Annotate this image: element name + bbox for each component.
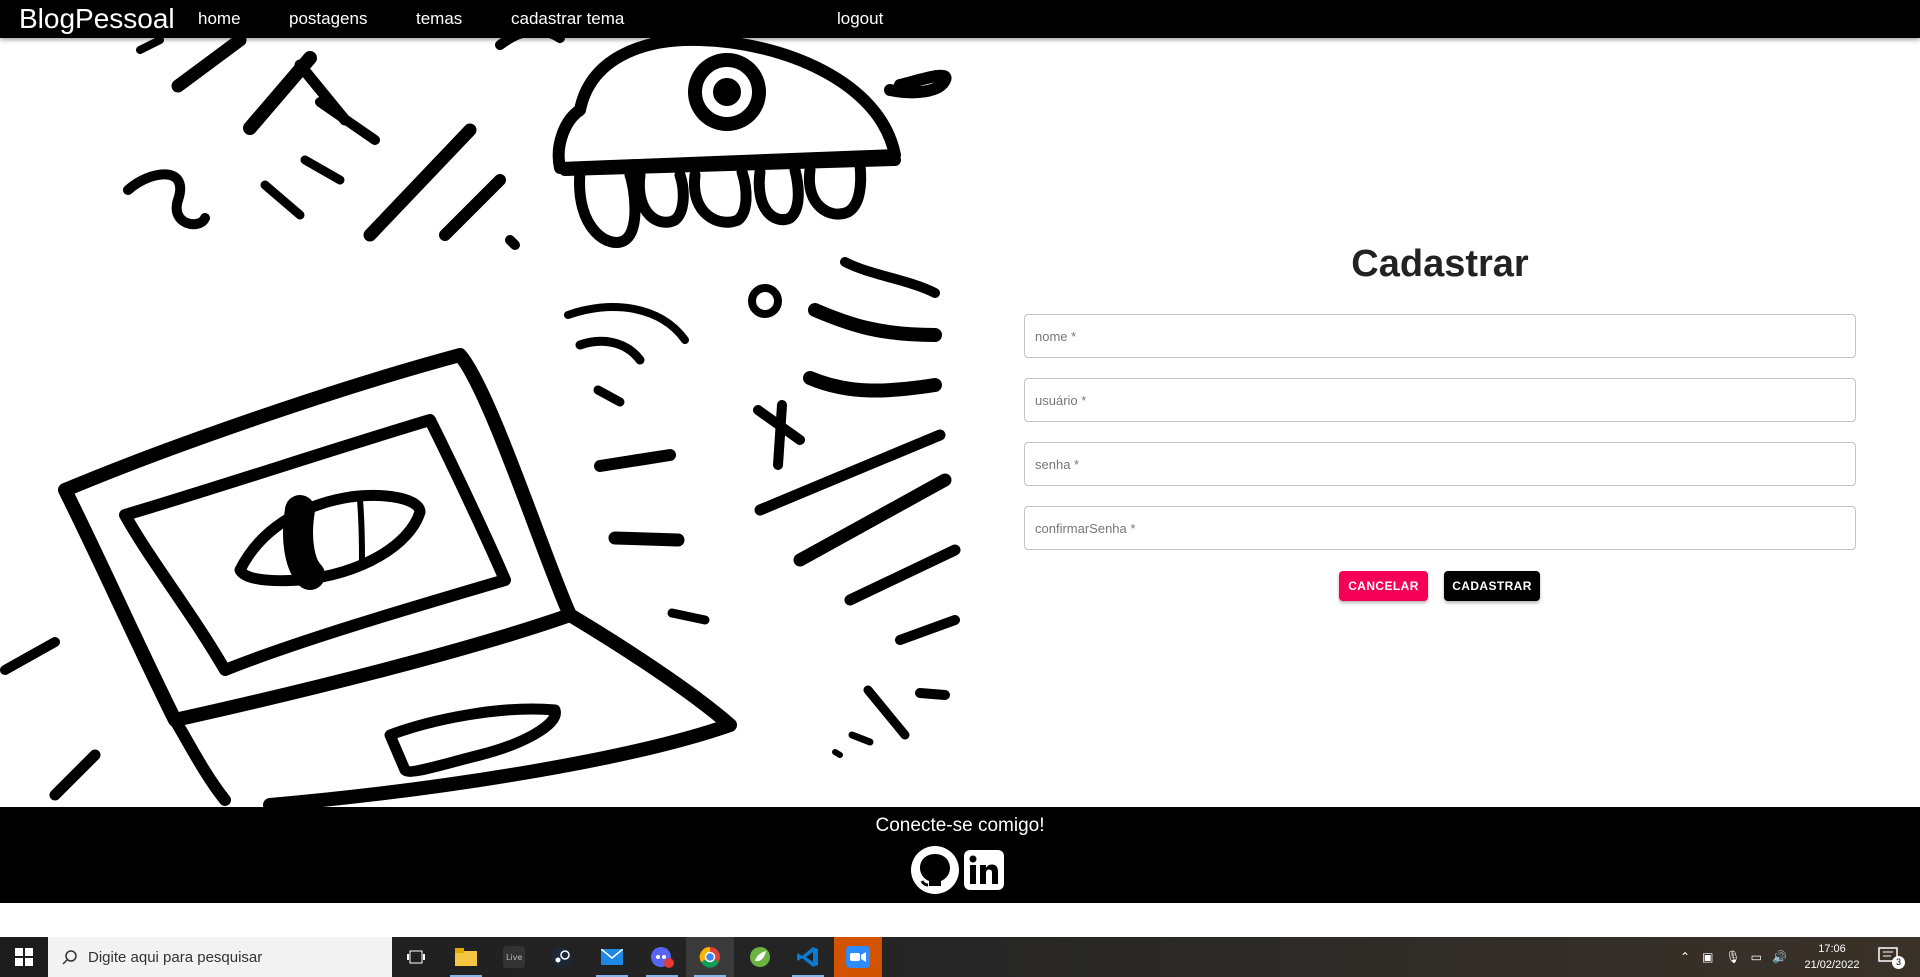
confirmar-senha-field[interactable]: confirmarSenha *: [1024, 506, 1856, 550]
nome-placeholder: nome *: [1035, 329, 1077, 344]
nav-temas[interactable]: temas: [416, 9, 462, 29]
svg-text:Live: Live: [506, 953, 522, 962]
windows-start-icon[interactable]: [0, 937, 48, 977]
task-view-icon[interactable]: [392, 937, 440, 977]
notification-count: 3: [1892, 956, 1905, 969]
spring-icon[interactable]: [736, 937, 784, 977]
usuario-field[interactable]: usuário *: [1024, 378, 1856, 422]
meet-now-icon[interactable]: ▣: [1702, 950, 1713, 964]
clock-time: 17:06: [1818, 943, 1846, 955]
nav-home[interactable]: home: [198, 9, 241, 29]
laptop-eye-doodle: [0, 38, 961, 807]
chevron-up-icon[interactable]: ⌃: [1680, 950, 1690, 964]
nome-field[interactable]: nome *: [1024, 314, 1856, 358]
nav-logout[interactable]: logout: [837, 9, 883, 29]
brand-logo[interactable]: BlogPessoal: [19, 3, 175, 35]
doodle-illustration: [0, 38, 980, 807]
search-icon: [62, 949, 78, 970]
usuario-placeholder: usuário *: [1035, 393, 1087, 408]
footer-text: Conecte-se comigo!: [875, 815, 1045, 836]
github-icon[interactable]: [910, 845, 960, 895]
discord-icon[interactable]: [638, 937, 686, 977]
linkedin-icon[interactable]: [964, 850, 1004, 890]
footer: Conecte-se comigo!: [0, 807, 1920, 903]
top-navbar: BlogPessoal home postagens temas cadastr…: [0, 0, 1920, 38]
nav-cadastrar-tema[interactable]: cadastrar tema: [511, 9, 624, 29]
microphone-icon[interactable]: 🎙: [1725, 950, 1740, 964]
page-title: Cadastrar: [1351, 243, 1529, 285]
cancel-button[interactable]: CANCELAR: [1339, 571, 1428, 601]
senha-placeholder: senha *: [1035, 457, 1080, 472]
system-tray: ⌃ ▣ 🎙 ▭ 🔊: [1680, 937, 1787, 977]
search-placeholder: Digite aqui para pesquisar: [88, 948, 263, 966]
chrome-icon[interactable]: [686, 937, 734, 977]
zoom-icon[interactable]: [834, 937, 882, 977]
steam-icon[interactable]: [538, 937, 586, 977]
senha-field[interactable]: senha *: [1024, 442, 1856, 486]
network-icon[interactable]: ▭: [1751, 950, 1762, 964]
file-explorer-icon[interactable]: [442, 937, 490, 977]
notifications-icon[interactable]: 3: [1878, 947, 1905, 969]
volume-icon[interactable]: 🔊: [1772, 950, 1787, 964]
clock-date: 21/02/2022: [1804, 959, 1860, 971]
mail-icon[interactable]: [588, 937, 636, 977]
live-icon[interactable]: Live: [490, 937, 538, 977]
taskbar-clock[interactable]: 17:06 21/02/2022: [1792, 941, 1872, 973]
vscode-icon[interactable]: [784, 937, 832, 977]
taskbar-search-input[interactable]: Digite aqui para pesquisar: [48, 937, 392, 977]
nav-postagens[interactable]: postagens: [289, 9, 367, 29]
cadastrar-button[interactable]: CADASTRAR: [1444, 571, 1540, 601]
windows-taskbar: Digite aqui para pesquisar Live ⌃ ▣ 🎙 ▭ …: [0, 937, 1920, 977]
confirmar-senha-placeholder: confirmarSenha *: [1035, 521, 1136, 536]
